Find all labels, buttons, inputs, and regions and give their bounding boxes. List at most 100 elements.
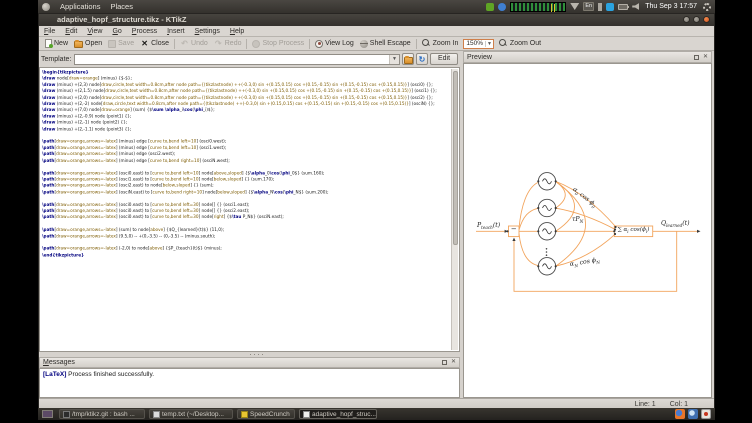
status-line: Line: 1 <box>635 401 656 408</box>
media-app-icon[interactable] <box>701 409 711 419</box>
horizontal-splitter[interactable] <box>39 352 460 357</box>
taskbar-item-label: /tmp/ktikz.git : bash ... <box>72 411 135 418</box>
minimize-button[interactable] <box>683 16 690 23</box>
open-button[interactable]: Open <box>71 38 105 49</box>
message-text: Process finished successfully. <box>66 371 154 378</box>
software-center-icon[interactable] <box>498 3 506 11</box>
menu-view[interactable]: View <box>82 26 107 37</box>
zoom-in-button[interactable]: Zoom In <box>419 38 462 49</box>
shell-escape-button[interactable]: Shell Escape <box>357 39 414 49</box>
zoom-out-icon <box>499 39 508 48</box>
preview-dock-header[interactable]: Preview ✕ <box>463 51 712 63</box>
taskbar-item[interactable]: adaptive_hopf_struc... <box>299 409 377 419</box>
applications-menu[interactable]: Applications <box>55 0 105 13</box>
toolbar: NewOpenSave✕Close↶Undo↷RedoStop ProcessV… <box>39 37 714 51</box>
shell-escape-icon <box>360 40 368 48</box>
close-dock-icon[interactable]: ✕ <box>703 55 708 60</box>
workspace-switcher[interactable] <box>42 410 53 418</box>
view-log-button[interactable]: View Log <box>312 39 357 49</box>
zoom-level-combobox[interactable]: 150% ▼ <box>463 39 494 49</box>
chevron-down-icon[interactable]: ▼ <box>389 55 399 64</box>
tikz-diagram: Pteach(t) Qlearned(t) − ∑ αi cos(ϕi) α0 … <box>464 64 712 398</box>
update-notifier-icon[interactable] <box>486 3 494 11</box>
places-menu[interactable]: Places <box>105 0 138 13</box>
diagram-svg <box>464 64 712 398</box>
view-log-button-label: View Log <box>325 40 354 47</box>
battery-icon[interactable] <box>618 4 628 10</box>
preview-canvas: Pteach(t) Qlearned(t) − ∑ αi cos(ϕi) α0 … <box>463 63 712 398</box>
new-button[interactable]: New <box>42 38 71 49</box>
message-tag: [LaTeX] <box>43 371 66 378</box>
system-tray: En Thu Sep 3 17:57 <box>486 2 715 12</box>
maximize-button[interactable] <box>693 16 700 23</box>
sum-node-label: ∑ αi cos(ϕi) <box>614 227 653 234</box>
skype-icon[interactable] <box>606 3 614 11</box>
taskbar-item-label: temp.txt (~/Desktop... <box>162 411 224 418</box>
keyboard-layout-indicator[interactable]: En <box>583 2 594 11</box>
preview-title: Preview <box>467 54 492 61</box>
undo-button-label: Undo <box>191 40 208 47</box>
taskbar-item[interactable]: temp.txt (~/Desktop... <box>149 409 233 419</box>
zoom-in-icon <box>422 39 431 48</box>
new-button-label: New <box>54 40 68 47</box>
close-file-icon: ✕ <box>140 39 149 48</box>
zoom-out-button[interactable]: Zoom Out <box>496 38 544 49</box>
speedcrunch-icon <box>241 411 248 418</box>
system-monitor-applet[interactable] <box>510 2 566 12</box>
menu-edit[interactable]: Edit <box>60 26 82 37</box>
menu-go[interactable]: Go <box>107 26 126 37</box>
zoom-level-value: 150% <box>466 40 483 47</box>
messages-title: Messages <box>43 359 75 366</box>
dots-vertical-icon <box>546 248 548 256</box>
close-button-label: Close <box>151 40 169 47</box>
template-reload-button[interactable]: ↻ <box>416 53 428 65</box>
network-app-icon[interactable] <box>688 409 698 419</box>
code-editor[interactable]: \begin{tikzpicture}\draw node[draw=orang… <box>39 67 460 352</box>
chevron-down-icon[interactable]: ▼ <box>485 41 492 47</box>
menu-settings[interactable]: Settings <box>190 26 225 37</box>
menu-file[interactable]: File <box>39 26 60 37</box>
taskbar: /tmp/ktikz.git : bash ... temp.txt (~/Des… <box>38 408 715 420</box>
menu-process[interactable]: Process <box>127 26 162 37</box>
taskbar-item-label: SpeedCrunch <box>250 411 290 418</box>
template-browse-button[interactable] <box>402 53 414 65</box>
wifi-icon[interactable] <box>570 3 579 10</box>
ktikz-window: adaptive_hopf_structure.tikz - KTikZ Fil… <box>38 13 715 408</box>
minus-node-label: − <box>509 225 520 233</box>
menu-help[interactable]: Help <box>225 26 249 37</box>
status-col: Col: 1 <box>670 401 688 408</box>
distributor-logo-icon[interactable] <box>42 3 50 11</box>
window-title: adaptive_hopf_structure.tikz - KTikZ <box>57 15 186 24</box>
volume-icon[interactable] <box>632 3 639 10</box>
template-combobox[interactable]: ▼ <box>74 54 400 65</box>
float-dock-icon[interactable] <box>442 360 447 365</box>
taskbar-item[interactable]: SpeedCrunch <box>237 409 295 419</box>
taskbar-item-label: adaptive_hopf_struc... <box>312 411 376 418</box>
close-button[interactable]: ✕Close <box>137 38 172 49</box>
window-titlebar[interactable]: adaptive_hopf_structure.tikz - KTikZ <box>39 14 714 26</box>
messages-dock-header[interactable]: Messages ✕ <box>39 357 460 368</box>
firefox-icon[interactable] <box>675 409 685 419</box>
editor-vertical-scrollbar[interactable] <box>451 69 458 350</box>
template-edit-button[interactable]: Edit <box>430 53 458 65</box>
close-dock-icon[interactable]: ✕ <box>451 360 456 365</box>
session-gear-icon[interactable] <box>703 3 711 11</box>
save-button: Save <box>105 39 137 49</box>
q-learned-label: Qlearned(t) <box>661 220 690 228</box>
close-window-button[interactable] <box>703 16 710 23</box>
toolbar-separator <box>246 39 247 49</box>
messages-panel: [LaTeX] Process finished successfully. <box>39 368 460 398</box>
editor-column: Template: ▼ ↻ Edit \begin{tikzpicture}\d… <box>39 51 460 398</box>
taskbar-item[interactable]: /tmp/ktikz.git : bash ... <box>59 409 145 419</box>
clock[interactable]: Thu Sep 3 17:57 <box>643 3 699 10</box>
open-folder-icon <box>74 41 83 48</box>
bluetooth-icon[interactable] <box>598 3 602 11</box>
undo-button: ↶Undo <box>177 38 211 49</box>
undo-icon: ↶ <box>180 39 189 48</box>
save-icon <box>108 40 116 48</box>
gnome-panel: Applications Places En Thu Sep 3 17:57 <box>38 0 715 13</box>
float-dock-icon[interactable] <box>694 55 699 60</box>
menu-insert[interactable]: Insert <box>162 26 190 37</box>
redo-button-label: Redo <box>225 40 242 47</box>
p-teach-label: Pteach(t) <box>477 222 500 230</box>
